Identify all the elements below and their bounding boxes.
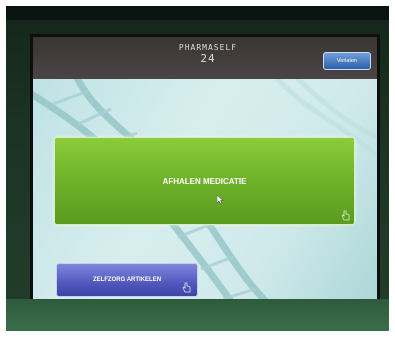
kiosk-bezel-top — [6, 6, 389, 20]
hand-pointer-icon — [182, 282, 191, 293]
kiosk-screen: PHARMASELF 24 Verlaten AFHALEN MEDICATIE… — [30, 34, 380, 316]
pharmaself-logo: PHARMASELF 24 — [163, 43, 253, 73]
mouse-cursor-icon — [217, 195, 224, 205]
self-care-articles-button[interactable]: ZELFZORG ARTIKELEN — [56, 263, 198, 297]
kiosk-photo: PHARMASELF 24 Verlaten AFHALEN MEDICATIE… — [6, 6, 389, 331]
exit-button[interactable]: Verlaten — [323, 52, 371, 70]
self-care-articles-label: ZELFZORG ARTIKELEN — [92, 277, 162, 283]
kiosk-bezel-bottom — [6, 299, 389, 331]
logo-number: 24 — [200, 52, 216, 65]
content-area: AFHALEN MEDICATIE ZELFZORG ARTIKELEN — [33, 79, 377, 313]
pickup-medication-label: AFHALEN MEDICATIE — [162, 176, 247, 186]
hand-pointer-icon — [341, 210, 350, 221]
header-bar: PHARMASELF 24 Verlaten — [33, 37, 377, 79]
pickup-medication-button[interactable]: AFHALEN MEDICATIE — [54, 137, 355, 225]
